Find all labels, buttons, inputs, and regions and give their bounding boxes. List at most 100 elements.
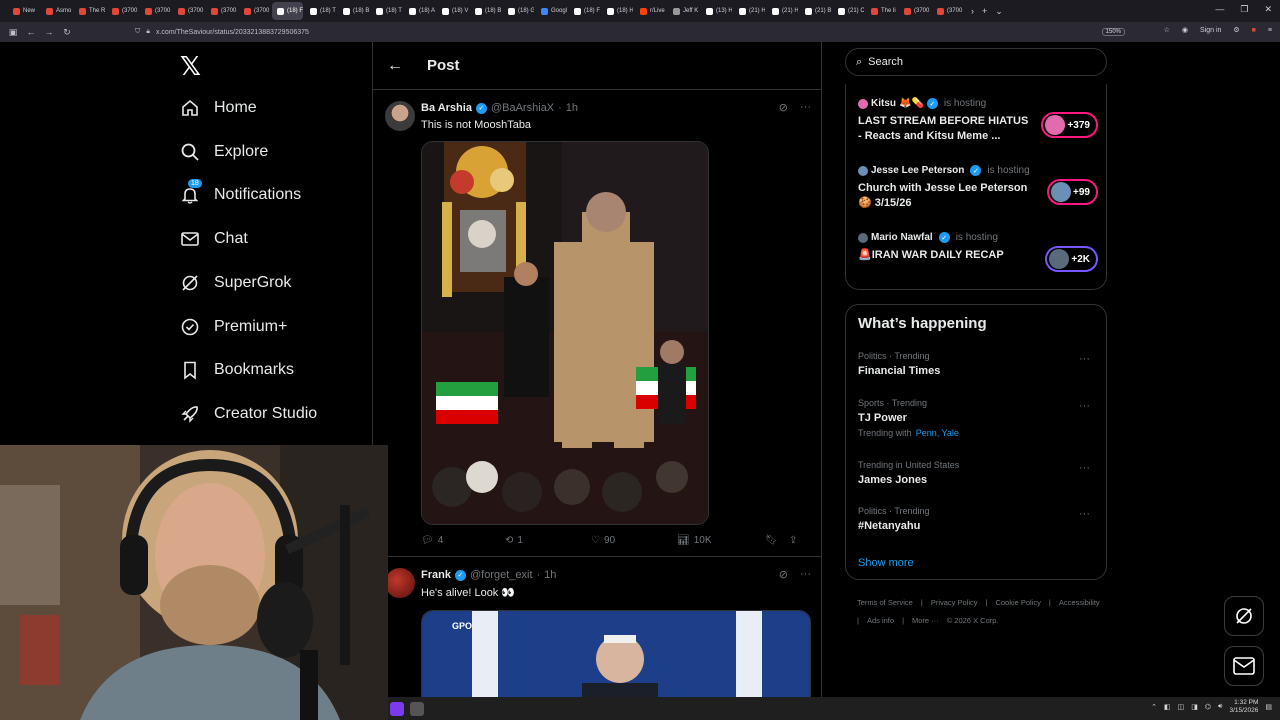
back-arrow-icon[interactable]: ← bbox=[387, 57, 403, 75]
browser-tab[interactable]: (18) F bbox=[272, 2, 303, 20]
reload-button[interactable]: ↻ bbox=[58, 27, 76, 38]
address-bar[interactable]: ⛉ 🔒︎ x.com/TheSaviour/status/20332138837… bbox=[135, 25, 1125, 39]
browser-tab[interactable]: (21) H bbox=[734, 2, 765, 20]
nav-item-home[interactable]: Home bbox=[180, 98, 257, 118]
new-tab-button[interactable]: + bbox=[982, 6, 987, 16]
tweet[interactable]: Frank ✓ @forget_exit · 1h ⊘ ··· He's ali… bbox=[373, 558, 821, 720]
network-icon[interactable]: ⌬ bbox=[1205, 703, 1211, 711]
space-listeners-pill[interactable]: +99 bbox=[1047, 179, 1098, 205]
footer-link[interactable]: Accessibility bbox=[1059, 594, 1100, 612]
browser-tab[interactable]: (18) B bbox=[470, 2, 501, 20]
browser-tab[interactable]: r/Live bbox=[635, 2, 666, 20]
host-name[interactable]: Kitsu bbox=[871, 98, 896, 109]
x-logo-icon[interactable]: 𝕏 bbox=[180, 52, 201, 82]
sidebar-toggle-icon[interactable]: ▣ bbox=[4, 27, 22, 38]
browser-tab[interactable]: (13) H bbox=[701, 2, 732, 20]
more-options-icon[interactable]: ··· bbox=[1079, 400, 1090, 412]
trend-item[interactable]: Politics · Trending Financial Times ··· bbox=[858, 351, 1096, 377]
host-avatar[interactable] bbox=[858, 98, 868, 109]
more-options-icon[interactable]: ··· bbox=[800, 101, 811, 114]
space-listeners-pill[interactable]: +2K bbox=[1045, 246, 1098, 272]
taskbar-app-icon[interactable] bbox=[390, 701, 404, 716]
live-space-item[interactable]: Mario Nawfal ✓ is hosting 🚨IRAN WAR DAILY R… bbox=[858, 232, 1098, 272]
taskbar-app-icon[interactable] bbox=[410, 701, 424, 716]
forward-button[interactable]: → bbox=[40, 27, 58, 37]
footer-link[interactable]: Ads info bbox=[867, 612, 894, 630]
host-name[interactable]: Jesse Lee Peterson bbox=[871, 165, 964, 176]
browser-tab[interactable]: (18) B bbox=[338, 2, 369, 20]
tab-list-icon[interactable]: ⌄ bbox=[995, 6, 1003, 17]
tweet-timestamp[interactable]: 1h bbox=[566, 102, 578, 114]
minimize-icon[interactable]: — bbox=[1215, 4, 1224, 15]
author-handle[interactable]: @BaArshiaX bbox=[491, 102, 554, 114]
nav-item-premium[interactable]: Premium+ bbox=[180, 317, 287, 337]
browser-tab[interactable]: (3700 bbox=[239, 2, 270, 20]
tray-app-icon[interactable]: ◫ bbox=[1178, 703, 1185, 711]
footer-link[interactable]: © 2026 X Corp. bbox=[947, 612, 999, 630]
browser-tab[interactable]: (21) H bbox=[767, 2, 798, 20]
ublock-icon[interactable]: ■ bbox=[1252, 27, 1256, 34]
more-options-icon[interactable]: ··· bbox=[1079, 462, 1090, 474]
avatar[interactable] bbox=[385, 101, 415, 131]
browser-tab[interactable]: (18) V bbox=[437, 2, 468, 20]
sign-in-button[interactable]: Sign in bbox=[1200, 27, 1221, 34]
nav-item-creator-studio[interactable]: Creator Studio bbox=[180, 404, 317, 424]
show-more-link[interactable]: Show more bbox=[858, 557, 914, 569]
like-button[interactable]: ♡ 90 bbox=[591, 535, 677, 546]
tweet-image[interactable] bbox=[421, 141, 709, 525]
clock[interactable]: 1:32 PM 3/15/2026 bbox=[1229, 699, 1258, 715]
footer-link[interactable]: Cookie Policy bbox=[995, 594, 1040, 612]
browser-tab[interactable]: (3700 bbox=[140, 2, 171, 20]
avatar[interactable] bbox=[385, 568, 415, 598]
live-space-item[interactable]: Jesse Lee Peterson ✓ is hosting Church with… bbox=[858, 165, 1098, 209]
host-avatar[interactable] bbox=[858, 232, 868, 243]
browser-tab[interactable]: (3700 bbox=[173, 2, 204, 20]
more-options-icon[interactable]: ··· bbox=[1079, 508, 1090, 520]
browser-tab[interactable]: (18) T bbox=[305, 2, 336, 20]
browser-tab[interactable]: (18) F bbox=[569, 2, 600, 20]
more-options-icon[interactable]: ··· bbox=[1079, 353, 1090, 365]
live-space-item[interactable]: Kitsu 🦊💊 ✓ is hosting LAST STREAM BEFORE HIA… bbox=[858, 98, 1098, 142]
author-name[interactable]: Ba Arshia bbox=[421, 102, 472, 114]
messages-fab-button[interactable] bbox=[1224, 646, 1264, 686]
footer-link[interactable]: More ··· bbox=[912, 612, 939, 630]
browser-tab[interactable]: (21) C bbox=[833, 2, 864, 20]
nav-item-supergrok[interactable]: SuperGrok bbox=[180, 273, 291, 293]
browser-tab[interactable]: The li bbox=[866, 2, 897, 20]
footer-link[interactable]: Privacy Policy bbox=[931, 594, 978, 612]
browser-tab[interactable]: (3700 bbox=[932, 2, 963, 20]
grok-icon[interactable]: ⊘ bbox=[779, 568, 788, 581]
menu-icon[interactable]: ≡ bbox=[1268, 27, 1272, 34]
browser-tab[interactable]: (18) A bbox=[404, 2, 435, 20]
grok-icon[interactable]: ⊘ bbox=[779, 101, 788, 114]
nav-item-bookmarks[interactable]: Bookmarks bbox=[180, 360, 294, 380]
tabs-scroll-right-icon[interactable]: › bbox=[971, 6, 974, 16]
browser-tab[interactable]: (18) G bbox=[503, 2, 534, 20]
tweet-timestamp[interactable]: 1h bbox=[544, 569, 556, 581]
tweet[interactable]: Ba Arshia ✓ @BaArshiaX · 1h ⊘ ··· This i… bbox=[373, 91, 821, 557]
reply-button[interactable]: 💬︎ 4 bbox=[421, 535, 505, 546]
trend-item[interactable]: Trending in United States James Jones ··· bbox=[858, 460, 1096, 486]
back-button[interactable]: ← bbox=[22, 27, 40, 37]
browser-tab[interactable]: The R bbox=[74, 2, 105, 20]
tray-chevron-icon[interactable]: ⌃ bbox=[1151, 703, 1157, 711]
author-handle[interactable]: @forget_exit bbox=[470, 569, 533, 581]
browser-tab[interactable]: (3700 bbox=[107, 2, 138, 20]
close-icon[interactable]: ✕ bbox=[1264, 4, 1272, 15]
browser-tab[interactable]: New bbox=[8, 2, 39, 20]
browser-tab[interactable]: (3700 bbox=[206, 2, 237, 20]
tray-app-icon[interactable]: ◨ bbox=[1191, 703, 1198, 711]
share-button[interactable]: ⇪ bbox=[789, 535, 797, 546]
star-icon[interactable]: ☆ bbox=[1164, 26, 1170, 34]
author-name[interactable]: Frank bbox=[421, 569, 451, 581]
maximize-icon[interactable]: ❐ bbox=[1240, 4, 1248, 15]
nav-item-chat[interactable]: Chat bbox=[180, 229, 248, 249]
volume-icon[interactable]: 🔊︎ bbox=[1218, 703, 1222, 711]
trend-related-link[interactable]: Penn, Yale bbox=[916, 428, 959, 438]
views-button[interactable]: 📊︎ 10K bbox=[677, 535, 765, 546]
browser-tab[interactable]: (3700 bbox=[899, 2, 930, 20]
more-options-icon[interactable]: ··· bbox=[800, 568, 811, 581]
browser-tab[interactable]: Googl bbox=[536, 2, 567, 20]
tray-app-icon[interactable]: ◧ bbox=[1164, 703, 1171, 711]
browser-tab[interactable]: Jeff K bbox=[668, 2, 699, 20]
